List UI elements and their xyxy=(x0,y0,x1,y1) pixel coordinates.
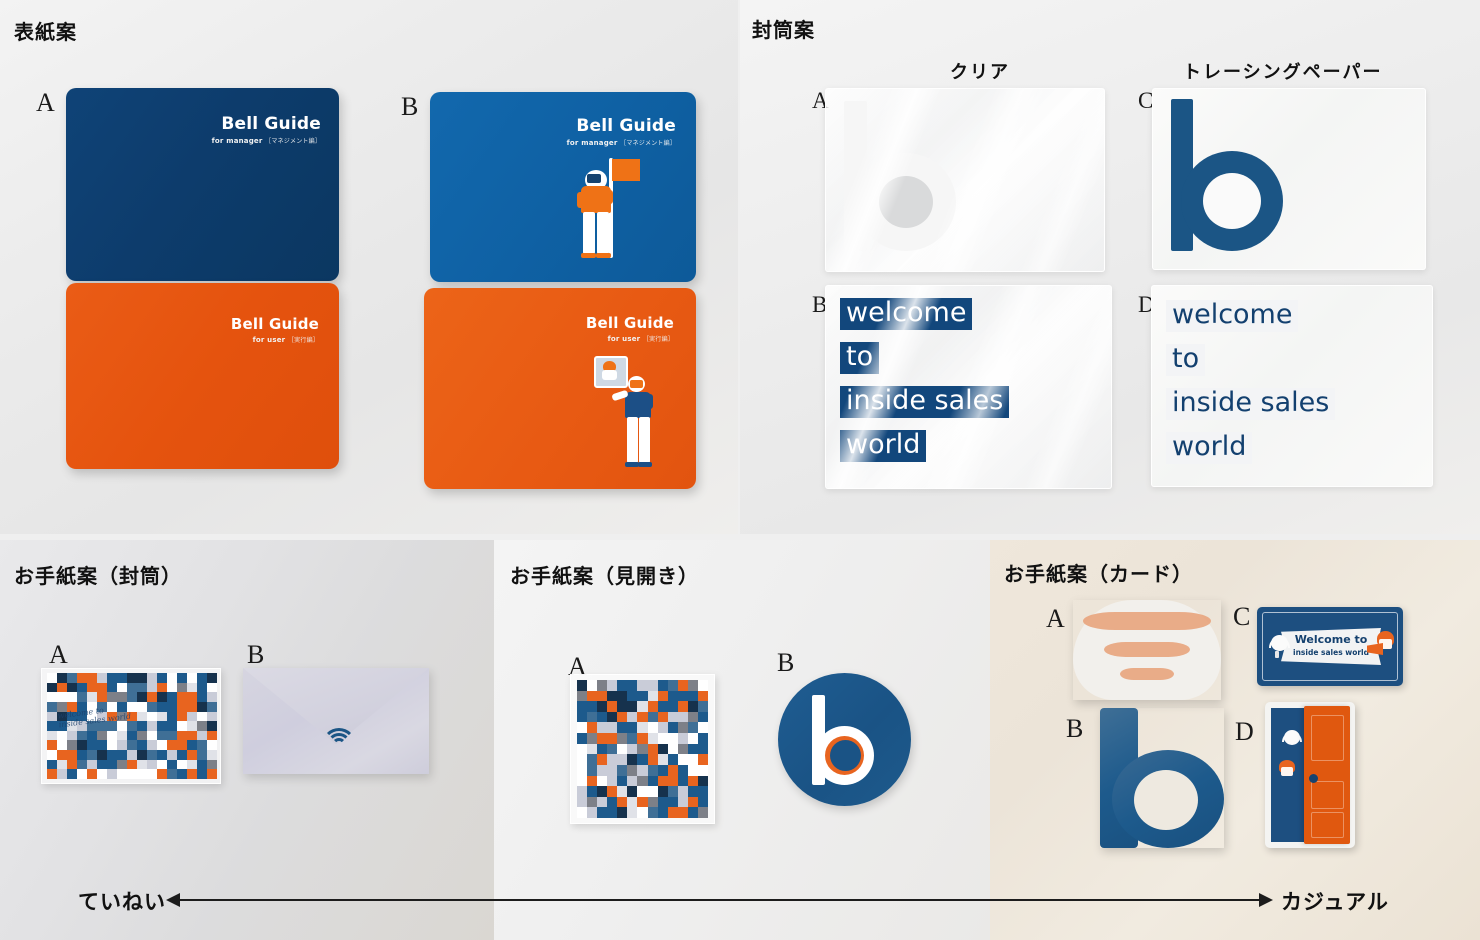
brand-subtitle-en: for manager xyxy=(566,139,618,147)
person-with-flag-icon xyxy=(577,154,643,264)
b-letter-blue-icon xyxy=(1171,99,1291,251)
welcome-line-2: to xyxy=(840,342,880,374)
brand-subtitle-jp: ［実行編］ xyxy=(287,337,319,344)
operator-face-icon xyxy=(1269,635,1291,661)
cover-swatch-a[interactable]: Bell Guide for manager ［マネジメント編］ xyxy=(66,88,339,281)
brand-title: Bell Guide xyxy=(576,116,676,136)
mosaic-card-sleeve-a[interactable]: welcome to inside sales world xyxy=(41,668,221,784)
person-with-screen-icon xyxy=(594,356,664,474)
b-logo-icon xyxy=(812,695,874,785)
banner-welcome-card-c[interactable]: Welcome to inside sales world xyxy=(1257,607,1403,686)
cover-a-brand-block: Bell Guide for manager ［マネジメント編］ xyxy=(212,114,321,146)
letter-card-label-b: B xyxy=(1066,714,1084,743)
panel-envelope-proposals: 封筒案 クリア トレーシングペーパー A C B welcome to insi… xyxy=(740,0,1480,534)
mosaic-square-card-a[interactable] xyxy=(570,674,715,824)
panel-letter-envelope: お手紙案（封筒） A welcome to inside sales world… xyxy=(0,540,494,940)
round-b-logo-card-b[interactable] xyxy=(778,673,911,806)
brand-subtitle-jp: ［マネジメント編］ xyxy=(620,140,676,147)
letter-card-label-c: C xyxy=(1233,602,1251,631)
mosaic-pattern xyxy=(577,680,708,818)
tone-axis-line xyxy=(178,899,1263,901)
letter-spread-label-b: B xyxy=(777,648,795,677)
letter-card-label-a: A xyxy=(1046,604,1065,633)
b-letter-diecut-card-b[interactable] xyxy=(1100,708,1224,848)
brand-title: Bell Guide xyxy=(230,315,319,333)
panel-letter-card: お手紙案（カード） A B C Welcome to inside sales … xyxy=(990,540,1480,940)
envelope-tracing-c[interactable] xyxy=(1152,88,1426,270)
letter-envelope-label-b: B xyxy=(247,640,265,669)
axis-arrow-right xyxy=(1259,893,1273,907)
brand-title: Bell Guide xyxy=(585,314,674,332)
letter-envelope-label-a: A xyxy=(49,640,68,669)
welcome-line-3: inside sales xyxy=(1166,388,1336,420)
megaphone-person-icon xyxy=(1367,631,1395,661)
lavender-envelope-b[interactable] xyxy=(243,668,429,774)
ribbon-shape: Welcome to inside sales world xyxy=(1281,628,1381,665)
cover-label-a: A xyxy=(36,88,55,117)
signal-wifi-diecut-card-a[interactable] xyxy=(1073,600,1221,700)
panel-letter-spread: お手紙案（見開き） A B xyxy=(494,540,990,940)
door-knob xyxy=(1309,774,1318,783)
cover-swatch-b[interactable]: Bell Guide for manager ［マネジメント編］ xyxy=(430,92,696,282)
welcome-line-4: world xyxy=(840,430,927,462)
cover-label-b: B xyxy=(401,92,419,121)
cover-swatch-b-orange[interactable]: Bell Guide for user ［実行編］ xyxy=(424,288,696,489)
design-board: 表紙案 A Bell Guide for manager ［マネジメント編］ B… xyxy=(0,0,1480,940)
banner-top-text: Welcome to xyxy=(1294,633,1368,646)
brand-subtitle-en: for manager xyxy=(211,137,263,145)
panel-cover-proposals: 表紙案 A Bell Guide for manager ［マネジメント編］ B… xyxy=(0,0,738,534)
brand-subtitle-en: for user xyxy=(607,335,641,343)
signal-mark-icon xyxy=(321,727,356,748)
envelope-clear-a[interactable] xyxy=(825,88,1105,272)
peeking-face-orange-icon xyxy=(1276,760,1298,784)
section-title-letter-envelope: お手紙案（封筒） xyxy=(14,564,182,588)
brand-subtitle: for manager ［マネジメント編］ xyxy=(212,136,321,145)
brand-title: Bell Guide xyxy=(221,114,321,134)
brand-subtitle: for user ［実行編］ xyxy=(586,334,674,343)
axis-label-right: カジュアル xyxy=(1281,890,1389,914)
column-title-clear: クリア xyxy=(950,62,1010,83)
section-title-letter-spread: お手紙案（見開き） xyxy=(510,564,699,588)
column-title-tracing: トレーシングペーパー xyxy=(1183,62,1383,83)
envelope-clear-b[interactable]: welcome to inside sales world xyxy=(825,285,1112,489)
brand-subtitle-en: for user xyxy=(252,336,286,344)
section-title-cover: 表紙案 xyxy=(14,20,77,44)
peeking-face-icon xyxy=(1281,730,1303,754)
letter-card-label-d: D xyxy=(1235,717,1254,746)
axis-label-left: ていねい xyxy=(78,890,166,914)
cover-b-brand-block: Bell Guide for manager ［マネジメント編］ xyxy=(567,116,676,148)
welcome-line-3: inside sales xyxy=(840,386,1010,418)
axis-arrow-left xyxy=(166,893,180,907)
cover-b-orange-brand-block: Bell Guide for user ［実行編］ xyxy=(585,314,674,344)
welcome-line-1: welcome xyxy=(840,298,973,330)
brand-subtitle: for user ［実行編］ xyxy=(231,335,319,344)
welcome-line-2: to xyxy=(1166,344,1206,376)
open-door-card-d[interactable] xyxy=(1265,702,1355,848)
section-title-letter-card: お手紙案（カード） xyxy=(1004,562,1193,586)
welcome-line-4: world xyxy=(1166,432,1253,464)
cover-a-orange-brand-block: Bell Guide for user ［実行編］ xyxy=(230,315,319,345)
banner-bottom-text: inside sales world xyxy=(1293,648,1369,657)
brand-subtitle-jp: ［実行編］ xyxy=(642,336,674,343)
brand-subtitle-jp: ［マネジメント編］ xyxy=(265,138,321,145)
envelope-tracing-d[interactable]: welcome to inside sales world xyxy=(1151,285,1433,487)
cover-swatch-a-orange[interactable]: Bell Guide for user ［実行編］ xyxy=(66,283,339,469)
b-letter-white-icon xyxy=(844,101,966,251)
welcome-line-1: welcome xyxy=(1166,300,1299,332)
brand-subtitle: for manager ［マネジメント編］ xyxy=(567,138,676,147)
section-title-envelope: 封筒案 xyxy=(752,18,815,42)
